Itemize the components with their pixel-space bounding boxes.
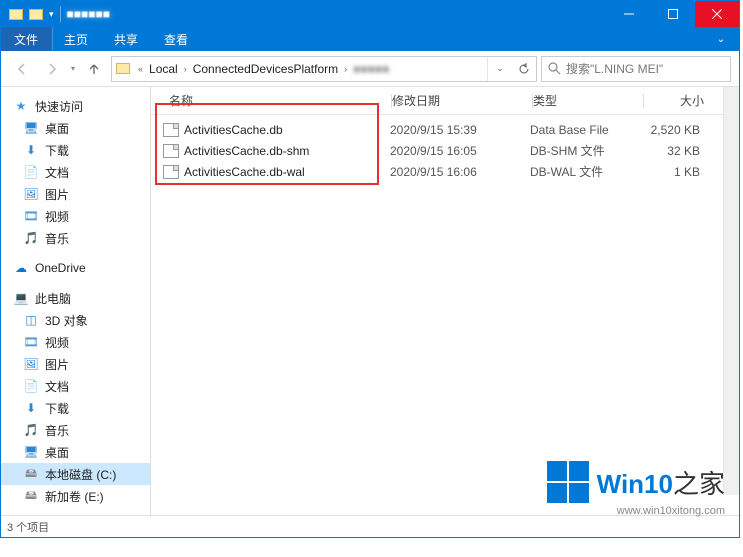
tab-home[interactable]: 主页 — [51, 27, 101, 51]
address-dropdown-icon[interactable]: ⌄ — [488, 57, 512, 81]
minimize-button[interactable] — [607, 1, 651, 27]
sidebar-desktop[interactable]: 🖥桌面 — [1, 441, 150, 463]
breadcrumb-chevron-icon[interactable]: › — [340, 64, 351, 74]
file-row[interactable]: ActivitiesCache.db-wal 2020/9/15 16:06 D… — [151, 161, 739, 182]
sidebar-thispc[interactable]: 💻此电脑 — [1, 287, 150, 309]
cube-icon: ◫ — [23, 312, 39, 328]
sidebar-music[interactable]: 🎵音乐 — [1, 419, 150, 441]
vertical-scrollbar[interactable] — [723, 87, 739, 495]
star-icon: ★ — [13, 98, 29, 114]
document-icon: 📄 — [23, 378, 39, 394]
col-size[interactable]: 大小 — [644, 92, 714, 109]
column-headers: 名称 修改日期 类型 大小 — [151, 87, 739, 115]
address-folder-icon — [116, 63, 130, 74]
windows-logo-icon — [547, 461, 589, 503]
download-icon: ⬇ — [23, 400, 39, 416]
up-button[interactable] — [81, 56, 107, 82]
quickaccess-icon[interactable] — [29, 9, 43, 20]
forward-button[interactable] — [39, 56, 65, 82]
search-placeholder: 搜索"L.NING MEI" — [566, 60, 663, 77]
drive-icon: 🖴 — [23, 466, 39, 482]
watermark: Win10之家 www.win10xitong.com — [547, 461, 725, 517]
sidebar-quick-access[interactable]: ★快速访问 — [1, 95, 150, 117]
sidebar-edrive[interactable]: 🖴新加卷 (E:) — [1, 485, 150, 507]
drive-icon: 🖴 — [23, 488, 39, 504]
refresh-button[interactable] — [512, 57, 536, 81]
maximize-button[interactable] — [651, 1, 695, 27]
status-bar: 3 个项目 — [1, 515, 739, 537]
sidebar-cdrive[interactable]: 🖴本地磁盘 (C:) — [1, 463, 150, 485]
desktop-icon: 🖥 — [23, 444, 39, 460]
tab-file[interactable]: 文件 — [1, 27, 51, 51]
search-icon — [548, 62, 561, 75]
navigation-bar: ▾ « Local › ConnectedDevicesPlatform › ■… — [1, 51, 739, 87]
sidebar-downloads[interactable]: ⬇下载 — [1, 139, 150, 161]
sidebar-documents[interactable]: 📄文档 — [1, 161, 150, 183]
history-dropdown-icon[interactable]: ▾ — [69, 64, 77, 73]
col-name[interactable]: 名称 — [151, 92, 391, 109]
address-bar[interactable]: « Local › ConnectedDevicesPlatform › ■■■… — [111, 56, 537, 82]
sidebar-downloads[interactable]: ⬇下载 — [1, 397, 150, 419]
sidebar-videos[interactable]: 🎞视频 — [1, 205, 150, 227]
file-row[interactable]: ActivitiesCache.db-shm 2020/9/15 16:05 D… — [151, 140, 739, 161]
video-icon: 🎞 — [23, 208, 39, 224]
file-view: 名称 修改日期 类型 大小 ActivitiesCache.db 2020/9/… — [151, 87, 739, 517]
qat-dropdown-icon[interactable]: ▾ — [49, 9, 54, 20]
titlebar: ▾ ■■■■■■ — [1, 1, 739, 27]
col-type[interactable]: 类型 — [533, 92, 643, 109]
sidebar-pictures[interactable]: 🖼图片 — [1, 183, 150, 205]
document-icon: 📄 — [23, 164, 39, 180]
col-date[interactable]: 修改日期 — [392, 92, 532, 109]
tab-view[interactable]: 查看 — [151, 27, 201, 51]
cloud-icon: ☁ — [13, 260, 29, 276]
breadcrumb-segment[interactable]: Local — [147, 62, 180, 76]
back-button[interactable] — [9, 56, 35, 82]
sidebar-music[interactable]: 🎵音乐 — [1, 227, 150, 249]
file-icon — [163, 165, 179, 179]
music-icon: 🎵 — [23, 422, 39, 438]
app-icon — [9, 9, 23, 20]
file-icon — [163, 123, 179, 137]
close-button[interactable] — [695, 1, 739, 27]
search-box[interactable]: 搜索"L.NING MEI" — [541, 56, 731, 82]
desktop-icon: 🖥 — [23, 120, 39, 136]
item-count: 3 个项目 — [7, 519, 49, 535]
explorer-window: ▾ ■■■■■■ 文件 主页 共享 查看 ⌄ ▾ — [0, 0, 740, 538]
sidebar-onedrive[interactable]: ☁OneDrive — [1, 257, 150, 279]
sidebar-videos[interactable]: 🎞视频 — [1, 331, 150, 353]
window-title: ■■■■■■ — [67, 7, 111, 21]
ribbon-tabs: 文件 主页 共享 查看 ⌄ — [1, 27, 739, 51]
sidebar-pictures[interactable]: 🖼图片 — [1, 353, 150, 375]
titlebar-divider — [60, 6, 61, 22]
tab-share[interactable]: 共享 — [101, 27, 151, 51]
breadcrumb-chevron-icon[interactable]: « — [134, 64, 147, 74]
breadcrumb-segment-obscured[interactable]: ■■■■■ — [351, 62, 391, 76]
file-list: ActivitiesCache.db 2020/9/15 15:39 Data … — [151, 115, 739, 182]
pc-icon: 💻 — [13, 290, 29, 306]
sidebar-desktop[interactable]: 🖥桌面 — [1, 117, 150, 139]
file-icon — [163, 144, 179, 158]
breadcrumb-chevron-icon[interactable]: › — [180, 64, 191, 74]
sidebar-3dobjects[interactable]: ◫3D 对象 — [1, 309, 150, 331]
nav-pane: ★快速访问 🖥桌面 ⬇下载 📄文档 🖼图片 🎞视频 🎵音乐 ☁OneDrive … — [1, 87, 151, 517]
download-icon: ⬇ — [23, 142, 39, 158]
content-area: ★快速访问 🖥桌面 ⬇下载 📄文档 🖼图片 🎞视频 🎵音乐 ☁OneDrive … — [1, 87, 739, 517]
ribbon-expand-icon[interactable]: ⌄ — [703, 27, 739, 51]
file-row[interactable]: ActivitiesCache.db 2020/9/15 15:39 Data … — [151, 119, 739, 140]
video-icon: 🎞 — [23, 334, 39, 350]
sidebar-documents[interactable]: 📄文档 — [1, 375, 150, 397]
breadcrumb-segment[interactable]: ConnectedDevicesPlatform — [191, 62, 340, 76]
music-icon: 🎵 — [23, 230, 39, 246]
picture-icon: 🖼 — [23, 356, 39, 372]
watermark-url: www.win10xitong.com — [547, 505, 725, 517]
picture-icon: 🖼 — [23, 186, 39, 202]
